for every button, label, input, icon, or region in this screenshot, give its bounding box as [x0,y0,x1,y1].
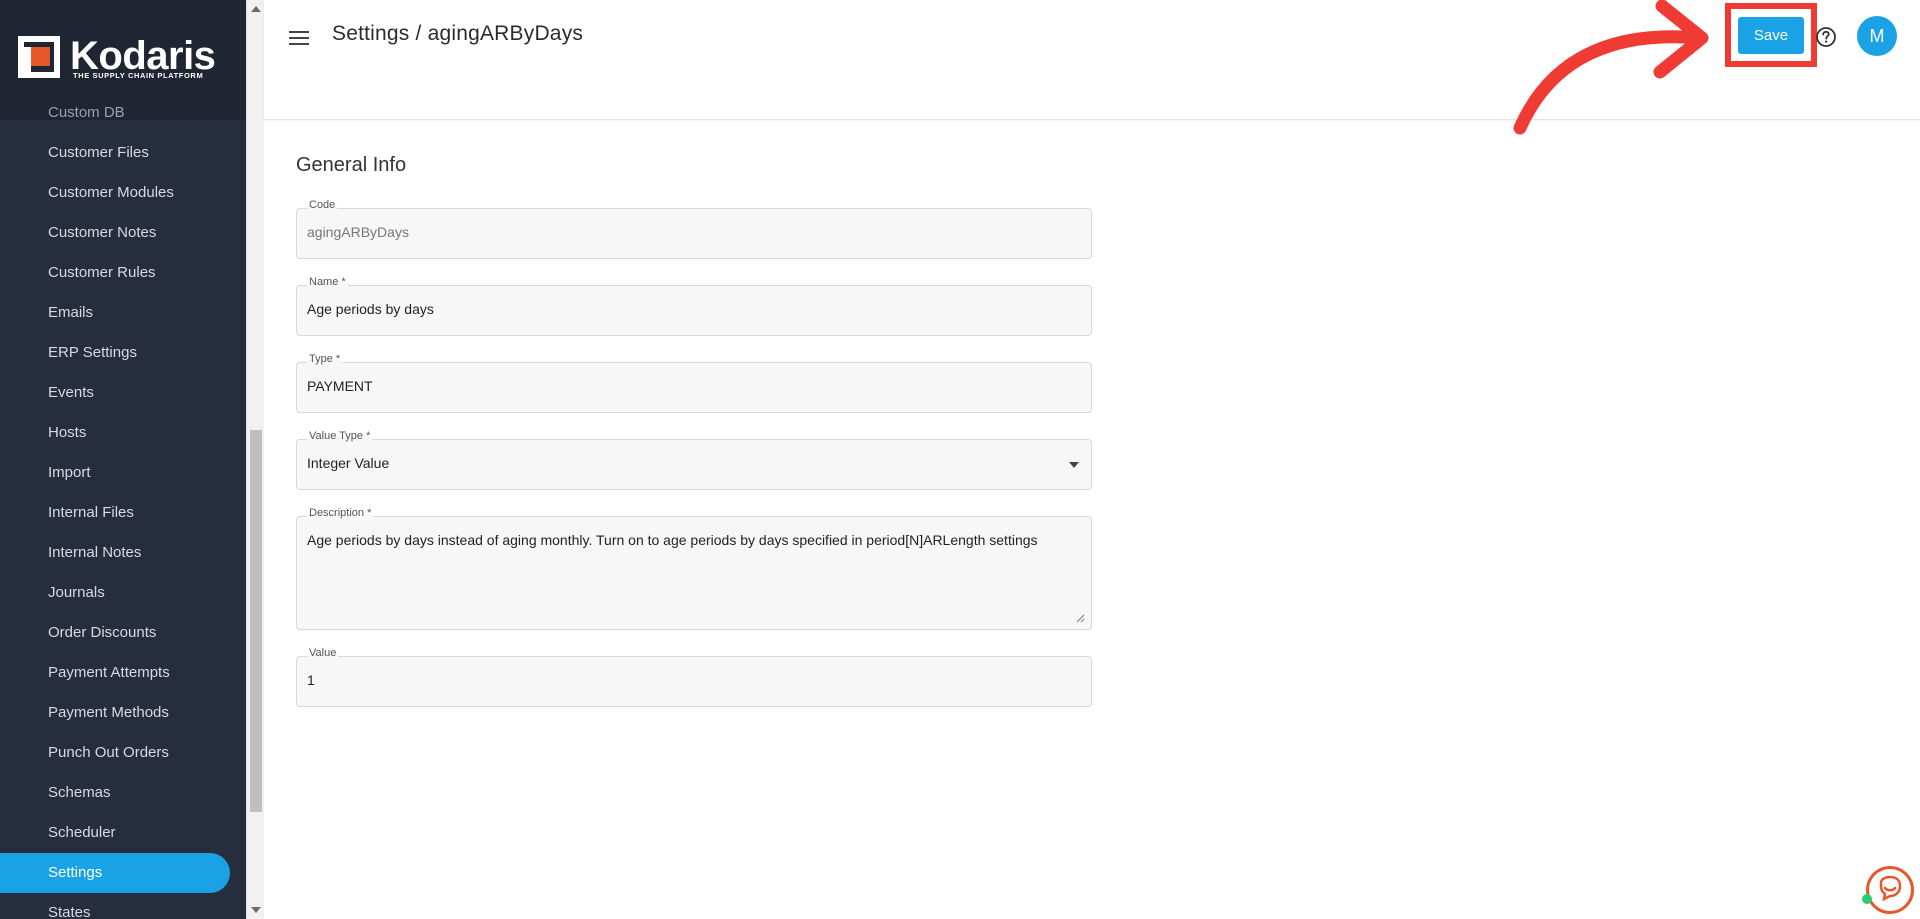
value-field[interactable]: Value 1 [296,647,1092,707]
sidebar-item-events[interactable]: Events [0,373,246,413]
value-type-value: Integer Value [307,455,390,471]
app-root: Kodaris THE SUPPLY CHAIN PLATFORM Custom… [0,0,1920,919]
scroll-down-arrow-icon[interactable] [251,907,261,913]
scrollbar-thumb[interactable] [250,430,262,812]
type-field[interactable]: Type * PAYMENT [296,353,1092,413]
page-title: Settings / agingARByDays [332,22,584,45]
main-content: General Info Code agingARByDays Name * A… [264,120,1920,919]
online-status-dot [1862,894,1872,904]
sidebar-item-internal-files[interactable]: Internal Files [0,493,246,533]
kodaris-logo-icon [18,36,60,78]
value-label: Value [307,647,339,659]
name-field[interactable]: Name * Age periods by days [296,276,1092,336]
description-textarea[interactable]: Description * Age periods by days instea… [296,507,1092,630]
sidebar-nav: Custom DB Customer Files Customer Module… [0,104,246,919]
sidebar-item-custom-db[interactable]: Custom DB [0,93,246,133]
sidebar-item-hosts[interactable]: Hosts [0,413,246,453]
sidebar-item-states[interactable]: States [0,893,246,919]
sidebar-scrollbar[interactable] [246,0,264,919]
name-label: Name * [307,276,348,288]
scroll-up-arrow-icon[interactable] [251,6,261,12]
code-field[interactable]: Code agingARByDays [296,199,1092,259]
description-value: Age periods by days instead of aging mon… [307,532,1038,548]
name-value: Age periods by days [307,301,434,317]
code-label: Code [307,199,338,211]
value-type-select[interactable]: Value Type * Integer Value [296,430,1092,490]
code-value: agingARByDays [307,224,409,240]
description-label: Description * [307,507,374,519]
type-label: Type * [307,353,343,365]
resize-handle-icon[interactable] [1075,613,1085,623]
type-value: PAYMENT [307,378,373,394]
help-icon[interactable] [1815,26,1837,48]
avatar[interactable]: M [1857,16,1897,56]
arrow-annotation-icon [1513,0,1709,135]
sidebar-item-customer-notes[interactable]: Customer Notes [0,213,246,253]
chat-bubble-icon [1879,875,1902,902]
hamburger-menu-icon[interactable] [289,28,309,48]
section-title: General Info [296,154,407,176]
sidebar-item-payment-attempts[interactable]: Payment Attempts [0,653,246,693]
sidebar-item-punch-out-orders[interactable]: Punch Out Orders [0,733,246,773]
value-type-label: Value Type * [307,430,373,442]
sidebar-item-customer-modules[interactable]: Customer Modules [0,173,246,213]
brand-tagline: THE SUPPLY CHAIN PLATFORM [73,71,204,80]
sidebar-item-customer-rules[interactable]: Customer Rules [0,253,246,293]
sidebar-item-settings[interactable]: Settings [0,853,230,893]
sidebar-item-erp-settings[interactable]: ERP Settings [0,333,246,373]
dropdown-caret-icon[interactable] [1069,462,1079,468]
sidebar-item-schemas[interactable]: Schemas [0,773,246,813]
value-value: 1 [307,672,315,688]
sidebar-item-import[interactable]: Import [0,453,246,493]
sidebar-item-scheduler[interactable]: Scheduler [0,813,246,853]
sidebar-item-emails[interactable]: Emails [0,293,246,333]
sidebar-item-internal-notes[interactable]: Internal Notes [0,533,246,573]
sidebar: Kodaris THE SUPPLY CHAIN PLATFORM Custom… [0,0,246,919]
sidebar-item-order-discounts[interactable]: Order Discounts [0,613,246,653]
sidebar-item-journals[interactable]: Journals [0,573,246,613]
chat-widget-icon[interactable] [1866,866,1914,914]
sidebar-item-payment-methods[interactable]: Payment Methods [0,693,246,733]
sidebar-item-customer-files[interactable]: Customer Files [0,133,246,173]
